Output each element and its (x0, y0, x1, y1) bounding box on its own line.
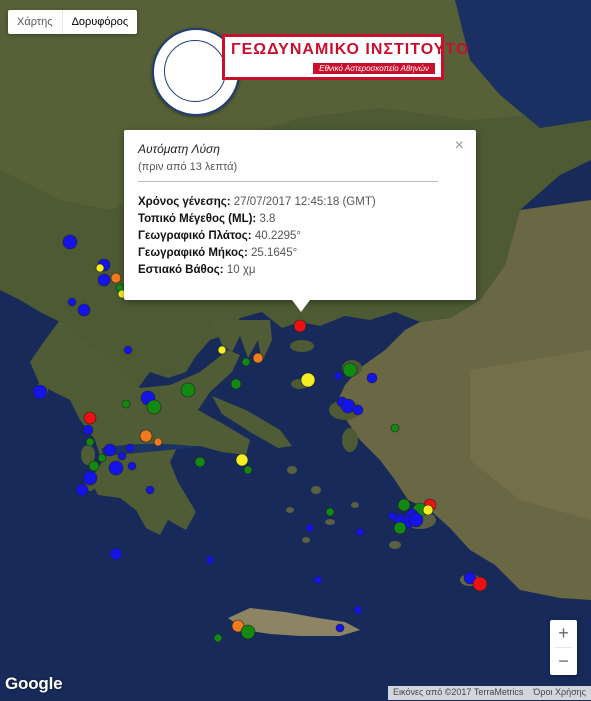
magnitude-label: Τοπικό Μέγεθος (ML): (138, 213, 257, 225)
earthquake-marker-blue[interactable] (123, 345, 133, 355)
earthquake-marker-green[interactable] (241, 357, 251, 367)
popup-title: Αυτόματη Λύση (138, 142, 220, 156)
magnitude-value: 3.8 (259, 213, 276, 225)
earthquake-marker-green[interactable] (390, 423, 400, 433)
earthquake-marker-orange[interactable] (153, 437, 163, 447)
close-icon[interactable]: × (455, 137, 464, 155)
earthquake-marker-green[interactable] (180, 382, 196, 398)
earthquake-marker-green[interactable] (393, 521, 407, 535)
earthquake-marker-blue[interactable] (77, 303, 91, 317)
latitude-value: 40.2295° (254, 230, 301, 242)
earthquake-marker-blue[interactable] (355, 527, 365, 537)
earthquake-marker-blue[interactable] (313, 575, 323, 585)
origin-time-value: 27/07/2017 12:45:18 (GMT) (233, 196, 376, 208)
earthquake-marker-green[interactable] (85, 437, 95, 447)
earthquake-info-popup: × Αυτόματη Λύση (πριν από 13 λεπτά) Χρόν… (124, 130, 476, 312)
earthquake-marker-green[interactable] (240, 624, 256, 640)
earthquake-marker-yellow[interactable] (217, 345, 227, 355)
earthquake-marker-blue[interactable] (32, 384, 48, 400)
depth-row: Εστιακό Βάθος: 10 χμ (138, 262, 462, 279)
depth-label: Εστιακό Βάθος: (138, 264, 224, 276)
earthquake-marker-orange[interactable] (110, 272, 122, 284)
logo-banner: ΓΕΩΔΥΝΑΜΙΚΟ ΙΝΣΤΙΤΟΥΤΟ Εθνικό Αστεροσκοπ… (222, 34, 470, 80)
earthquake-marker-blue[interactable] (366, 372, 378, 384)
earthquake-marker-blue[interactable] (117, 451, 127, 461)
earthquake-markers (32, 234, 488, 643)
earthquake-marker-blue[interactable] (408, 512, 424, 528)
origin-time-row: Χρόνος γένεσης: 27/07/2017 12:45:18 (GMT… (138, 194, 462, 211)
zoom-out-button[interactable]: − (550, 648, 577, 675)
earthquake-marker-blue[interactable] (127, 461, 137, 471)
zoom-in-button[interactable]: + (550, 620, 577, 647)
earthquake-marker-blue[interactable] (125, 443, 135, 453)
logo-title: ΓΕΩΔΥΝΑΜΙΚΟ ΙΝΣΤΙΤΟΥΤΟ (231, 41, 470, 58)
earthquake-marker-green[interactable] (230, 378, 242, 390)
origin-time-label: Χρόνος γένεσης: (138, 196, 231, 208)
earthquake-marker-green[interactable] (325, 507, 335, 517)
map-type-control: Χάρτης Δορυφόρος (8, 10, 138, 34)
earthquake-marker-green[interactable] (88, 460, 100, 472)
earthquake-marker-blue[interactable] (82, 424, 94, 436)
map-attribution: Εικόνες από ©2017 TerraMetrics Όροι Χρήσ… (388, 686, 591, 700)
map-type-satellite-button[interactable]: Δορυφόρος (61, 10, 138, 34)
longitude-row: Γεωγραφικό Μήκος: 25.1645° (138, 245, 462, 262)
earthquake-marker-red[interactable] (83, 411, 97, 425)
earthquake-marker-blue[interactable] (109, 547, 123, 561)
earthquake-marker-green[interactable] (194, 456, 206, 468)
latitude-row: Γεωγραφικό Πλάτος: 40.2295° (138, 228, 462, 245)
longitude-label: Γεωγραφικό Μήκος: (138, 247, 248, 259)
latitude-label: Γεωγραφικό Πλάτος: (138, 230, 252, 242)
logo-subtitle: Εθνικό Αστεροσκοπείο Αθηνών (313, 63, 435, 74)
earthquake-marker-blue[interactable] (97, 273, 111, 287)
earthquake-marker-orange[interactable] (139, 429, 153, 443)
earthquake-marker-green[interactable] (146, 399, 162, 415)
earthquake-marker-red[interactable] (472, 576, 488, 592)
earthquake-marker-blue[interactable] (62, 234, 78, 250)
terms-link[interactable]: Όροι Χρήσης (528, 686, 591, 700)
earthquake-marker-green[interactable] (97, 453, 107, 463)
earthquake-marker-blue[interactable] (75, 483, 89, 497)
geodynamic-institute-logo: ΓΕΩΔΥΝΑΜΙΚΟ ΙΝΣΤΙΤΟΥΤΟ Εθνικό Αστεροσκοπ… (152, 28, 470, 116)
longitude-value: 25.1645° (251, 247, 298, 259)
earthquake-marker-green[interactable] (397, 498, 411, 512)
earthquake-marker-yellow[interactable] (95, 263, 105, 273)
depth-value: 10 χμ (226, 264, 256, 276)
magnitude-row: Τοπικό Μέγεθος (ML): 3.8 (138, 211, 462, 228)
earthquake-marker-blue[interactable] (353, 605, 363, 615)
imagery-credit: Εικόνες από ©2017 TerraMetrics (393, 687, 524, 697)
map-canvas[interactable]: Χάρτης Δορυφόρος ΓΕΩΔΥΝΑΜΙΚΟ ΙΝΣΤΙΤΟΥΤΟ … (0, 0, 591, 701)
earthquake-marker-blue[interactable] (145, 485, 155, 495)
earthquake-marker-blue[interactable] (352, 404, 364, 416)
google-logo: Google (5, 674, 63, 693)
earthquake-marker-orange[interactable] (252, 352, 264, 364)
earthquake-marker-blue[interactable] (387, 511, 397, 521)
earthquake-marker-red[interactable] (293, 319, 307, 333)
popup-time-ago: (πριν από 13 λεπτά) (138, 161, 438, 182)
earthquake-marker-green[interactable] (243, 465, 253, 475)
earthquake-marker-blue[interactable] (103, 443, 117, 457)
earthquake-marker-blue[interactable] (335, 623, 345, 633)
earthquake-marker-blue[interactable] (333, 371, 343, 381)
earthquake-marker-blue[interactable] (108, 460, 124, 476)
earthquake-marker-green[interactable] (121, 399, 131, 409)
popup-details: Χρόνος γένεσης: 27/07/2017 12:45:18 (GMT… (138, 194, 462, 279)
earthquake-marker-blue[interactable] (67, 297, 77, 307)
earthquake-marker-yellow[interactable] (300, 372, 316, 388)
earthquake-marker-blue[interactable] (82, 470, 98, 486)
earthquake-marker-blue[interactable] (305, 523, 315, 533)
zoom-control: + − (550, 620, 577, 675)
earthquake-marker-yellow[interactable] (235, 453, 249, 467)
map-type-map-button[interactable]: Χάρτης (8, 10, 62, 34)
earthquake-marker-blue[interactable] (205, 555, 215, 565)
earthquake-marker-green[interactable] (342, 362, 358, 378)
earthquake-marker-yellow[interactable] (422, 504, 434, 516)
earthquake-marker-green[interactable] (213, 633, 223, 643)
